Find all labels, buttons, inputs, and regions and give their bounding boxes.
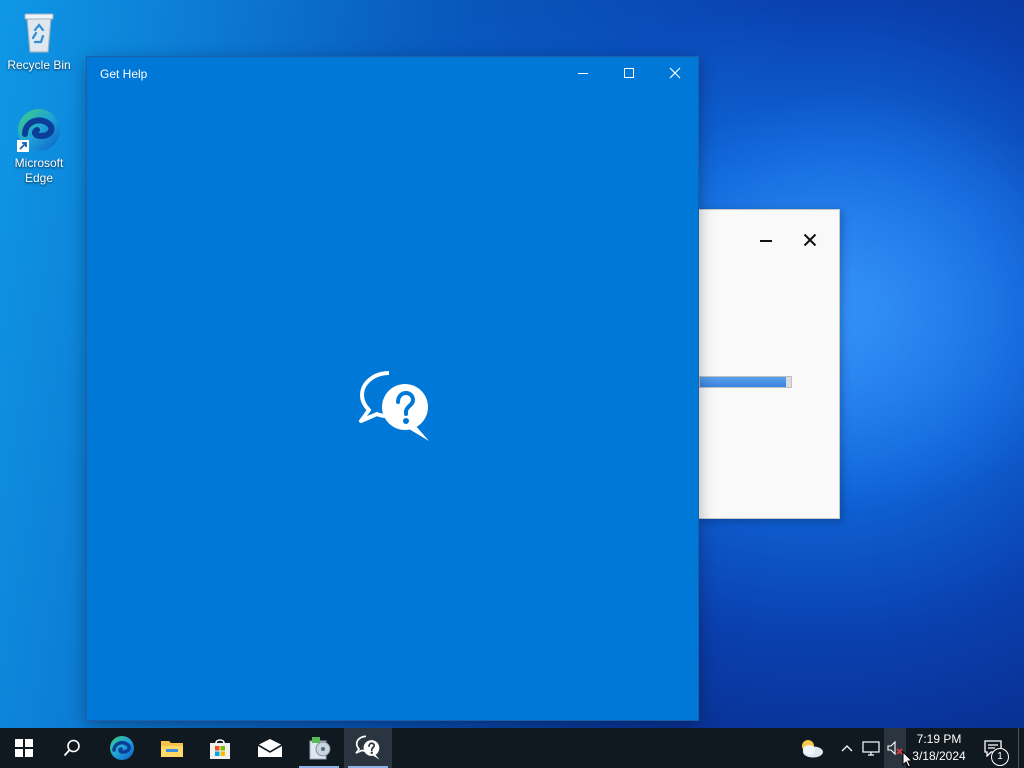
notification-count-badge: 1 xyxy=(991,748,1009,766)
clock-time: 7:19 PM xyxy=(916,732,962,746)
recycle-bin-icon xyxy=(15,8,63,56)
dialog-close-button[interactable] xyxy=(795,228,825,252)
desktop-icon-edge[interactable]: Microsoft Edge xyxy=(1,106,77,186)
desktop-icon-label: Microsoft Edge xyxy=(14,156,64,185)
close-icon xyxy=(669,67,681,79)
minimize-icon xyxy=(760,240,772,242)
taskbar-file-explorer-button[interactable] xyxy=(148,728,196,768)
clock[interactable]: 7:19 PM 3/18/2024 xyxy=(906,728,972,768)
taskbar-store-button[interactable] xyxy=(196,728,244,768)
maximize-icon xyxy=(624,68,634,78)
minimize-button[interactable] xyxy=(560,57,606,89)
mouse-cursor-icon xyxy=(902,751,914,768)
weather-widget[interactable] xyxy=(794,728,828,768)
help-chat-bubbles-icon xyxy=(359,371,429,441)
show-desktop-button[interactable] xyxy=(1018,728,1024,768)
get-help-window: Get Help xyxy=(87,57,698,720)
desktop-icon-recycle-bin[interactable]: Recycle Bin xyxy=(1,8,77,73)
network-button[interactable] xyxy=(860,728,882,768)
maximize-button[interactable] xyxy=(606,57,652,89)
dialog-minimize-button[interactable] xyxy=(751,228,781,252)
title-bar[interactable]: Get Help xyxy=(87,57,698,89)
clock-date: 3/18/2024 xyxy=(912,749,966,763)
edge-icon xyxy=(15,106,63,154)
close-button[interactable] xyxy=(652,57,698,89)
show-hidden-icons-button[interactable] xyxy=(838,728,856,768)
taskbar-edge-button[interactable] xyxy=(98,728,146,768)
background-dialog xyxy=(698,209,840,519)
chevron-up-icon xyxy=(841,745,853,752)
taskbar-get-help-button[interactable] xyxy=(344,728,392,768)
edge-icon xyxy=(110,736,134,760)
progress-bar xyxy=(699,376,792,388)
windows-logo-icon xyxy=(15,739,33,757)
progress-fill xyxy=(700,377,787,387)
taskbar-mail-button[interactable] xyxy=(246,728,294,768)
minimize-icon xyxy=(578,73,588,74)
weather-cloud-sun-icon xyxy=(802,740,823,758)
folder-icon xyxy=(161,741,183,757)
help-chat-bubbles-icon xyxy=(355,735,380,760)
start-button[interactable] xyxy=(0,728,48,768)
close-icon xyxy=(803,233,817,247)
network-icon xyxy=(862,741,880,756)
search-icon xyxy=(63,739,80,757)
taskbar-setup-button[interactable] xyxy=(295,728,343,768)
taskbar: 7:19 PM 3/18/2024 xyxy=(0,728,1024,768)
store-bag-icon xyxy=(210,739,230,759)
installer-icon xyxy=(309,737,331,760)
desktop-icon-label: Recycle Bin xyxy=(7,58,71,72)
window-title: Get Help xyxy=(100,67,148,81)
search-button[interactable] xyxy=(48,728,96,768)
mail-icon xyxy=(257,739,283,757)
